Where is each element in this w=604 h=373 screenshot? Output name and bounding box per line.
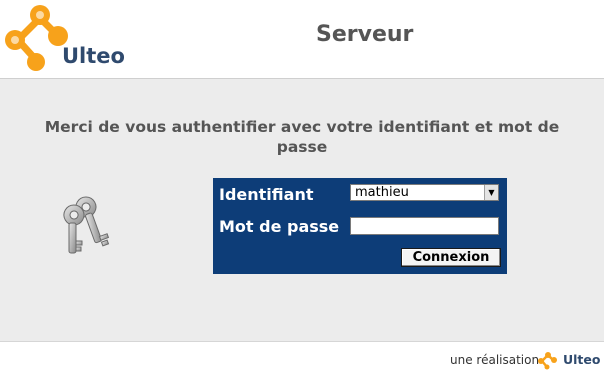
login-form: Identifiant mathieu ▼ Mot de passe Conne… [213, 178, 507, 274]
footer-brand: Ulteo [563, 352, 601, 367]
ulteo-small-logo-icon [538, 352, 557, 370]
brand-name: Ulteo [62, 44, 125, 68]
chevron-down-icon[interactable]: ▼ [484, 185, 498, 200]
password-label: Mot de passe [219, 217, 340, 236]
password-input[interactable] [350, 217, 499, 235]
keys-icon [63, 196, 110, 254]
auth-message: Merci de vous authentifier avec votre id… [44, 118, 560, 156]
username-value: mathieu [355, 185, 409, 200]
header: Ulteo Serveur [0, 0, 604, 79]
username-select[interactable]: mathieu ▼ [350, 184, 499, 201]
username-label: Identifiant [219, 185, 314, 204]
page-title: Serveur [316, 22, 414, 47]
login-area: Merci de vous authentifier avec votre id… [0, 79, 604, 342]
footer-credit: une réalisation [450, 353, 540, 367]
connexion-button[interactable]: Connexion [401, 248, 501, 267]
